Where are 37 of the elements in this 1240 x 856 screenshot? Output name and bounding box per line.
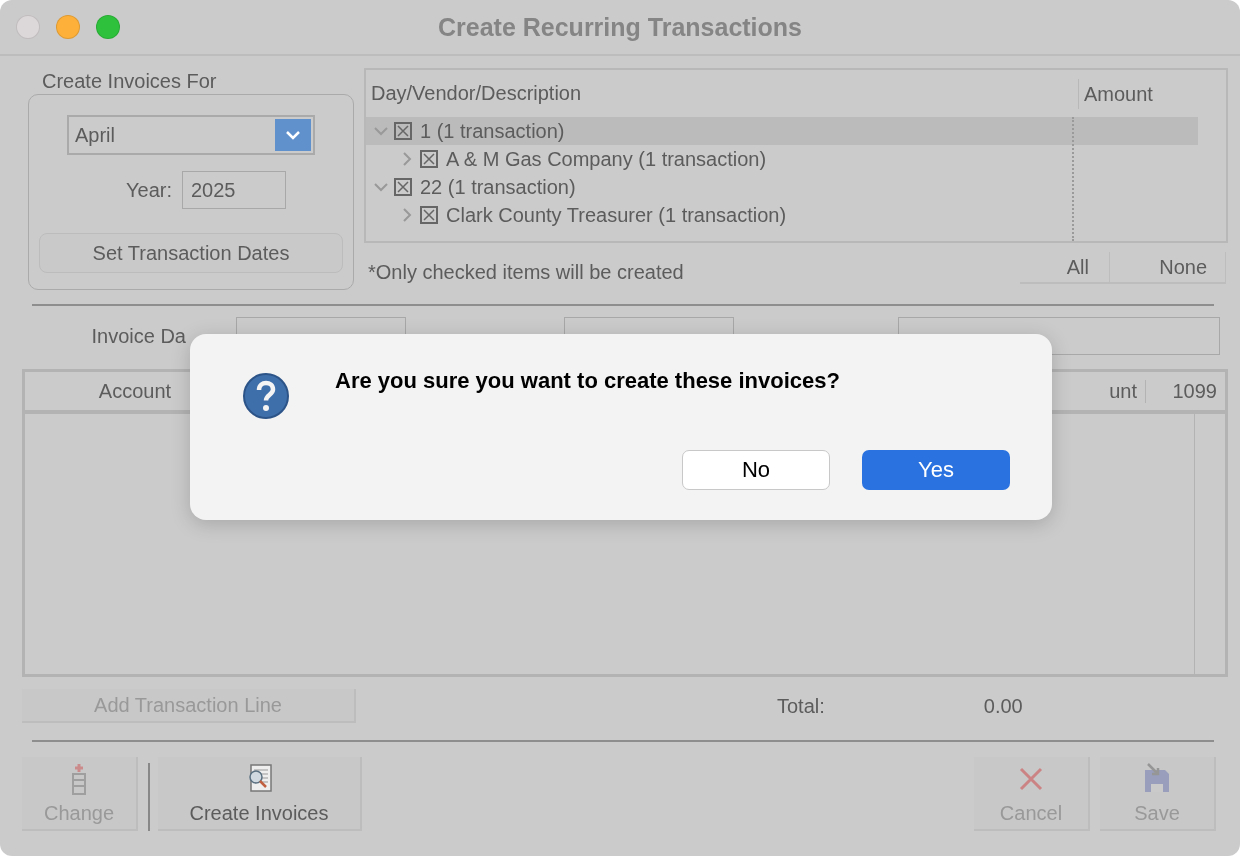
column-header: Amount bbox=[1078, 78, 1226, 109]
year-field[interactable]: 2025 bbox=[182, 171, 286, 209]
tree-row-label: 1 (1 transaction) bbox=[420, 119, 565, 143]
select-none-button[interactable]: None bbox=[1110, 252, 1226, 282]
question-icon bbox=[242, 372, 290, 420]
select-all-button[interactable]: All bbox=[1020, 252, 1110, 282]
tree-row-label: A & M Gas Company (1 transaction) bbox=[446, 147, 767, 171]
tree-row[interactable]: A & M Gas Company (1 transaction) bbox=[366, 145, 1198, 173]
checkbox[interactable] bbox=[420, 206, 438, 224]
field-label: Invoice Da bbox=[90, 324, 186, 348]
checkbox[interactable] bbox=[420, 150, 438, 168]
note-text: *Only checked items will be created bbox=[368, 261, 684, 284]
year-label: Year: bbox=[126, 178, 172, 202]
group-label: Create Invoices For bbox=[41, 69, 218, 94]
close-button[interactable] bbox=[16, 15, 40, 39]
dialog-button[interactable]: No bbox=[682, 450, 830, 490]
window-title: Create Recurring Transactions bbox=[438, 12, 802, 41]
total-value: 0.00 bbox=[983, 694, 1023, 718]
tree-row-label: 22 (1 transaction) bbox=[420, 175, 576, 199]
checkbox[interactable] bbox=[394, 178, 412, 196]
tree-row[interactable]: 1 (1 transaction) bbox=[366, 117, 1198, 145]
zoom-button[interactable] bbox=[96, 15, 120, 39]
month-select[interactable]: April bbox=[67, 115, 315, 155]
dialog-message: Are you sure you want to create these invoices? bbox=[335, 368, 840, 394]
tree-row[interactable]: Clark County Treasurer (1 transaction) bbox=[366, 201, 1198, 229]
total-label: Total: bbox=[777, 694, 825, 718]
column-header: Account bbox=[97, 379, 173, 403]
tree-row-label: Clark County Treasurer (1 transaction) bbox=[446, 203, 787, 227]
toolbar-button[interactable]: Create Invoices bbox=[158, 757, 362, 831]
set-dates-button[interactable]: Set Transaction Dates bbox=[39, 233, 343, 273]
dialog-button[interactable]: Yes bbox=[862, 450, 1010, 490]
checkbox[interactable] bbox=[394, 122, 412, 140]
minimize-button[interactable] bbox=[56, 15, 80, 39]
tree-row[interactable]: 22 (1 transaction) bbox=[366, 173, 1198, 201]
column-header: 1099 bbox=[1145, 379, 1225, 403]
column-header: unt bbox=[1108, 379, 1138, 403]
column-header: Day/Vendor/Description bbox=[371, 82, 582, 104]
